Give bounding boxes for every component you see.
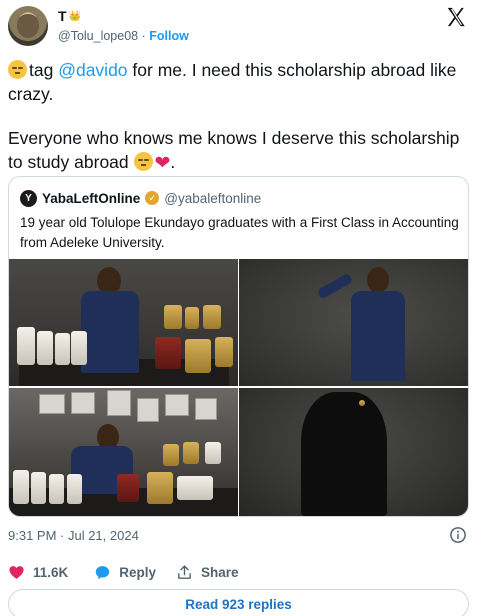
photo-1[interactable] (9, 259, 238, 386)
quoted-tweet-text: 19 year old Tolulope Ekundayo graduates … (20, 215, 459, 250)
photo-grid (9, 259, 468, 516)
relieved-face-emoji-icon (133, 152, 153, 171)
quoted-tweet[interactable]: Y YabaLeftOnline ✓ @yabaleftonline 19 ye… (8, 176, 469, 517)
photo-2[interactable] (239, 259, 468, 386)
author-avatar[interactable] (8, 6, 48, 46)
mention-link[interactable]: @davido (58, 60, 127, 80)
tweet-paragraph-2: Everyone who knows me knows I deserve th… (8, 126, 474, 176)
quoted-handle: @yabaleftonline (164, 190, 262, 206)
tweet-timestamp[interactable]: 9:31 PM · Jul 21, 2024 (8, 528, 139, 543)
quoted-display-name[interactable]: YabaLeftOnline (42, 191, 140, 206)
share-icon (178, 564, 191, 579)
read-replies-button[interactable]: Read 923 replies (8, 589, 469, 616)
red-heart-emoji-icon: ❤ (154, 153, 171, 174)
author-handle-row: @Tolu_lope08 · Follow (58, 29, 189, 43)
tweet-text-2-end: . (170, 152, 176, 172)
verified-badge-icon: ✓ (145, 191, 160, 205)
follow-button[interactable]: Follow (149, 29, 189, 43)
x-logo-icon[interactable] (445, 6, 467, 28)
photo-4[interactable] (239, 388, 468, 516)
tweet-text: tag @davido for me. I need this scholars… (8, 58, 474, 176)
info-icon[interactable] (449, 526, 467, 544)
tweet-paragraph-1: tag @davido for me. I need this scholars… (8, 58, 474, 106)
author-display-name[interactable]: T (58, 8, 67, 24)
share-label: Share (201, 564, 239, 580)
tweet-actions: 11.6K Reply Share (8, 562, 239, 582)
share-button[interactable]: Share (176, 564, 239, 581)
quoted-tweet-header: Y YabaLeftOnline ✓ @yabaleftonline (20, 189, 261, 207)
relieved-face-emoji-icon (8, 60, 27, 79)
like-button[interactable]: 11.6K (8, 564, 68, 581)
reply-button[interactable]: Reply (94, 564, 156, 581)
author-handle[interactable]: @Tolu_lope08 (58, 29, 138, 43)
crown-icon: 👑 (68, 10, 82, 22)
tweet-header: T 👑 @Tolu_lope08 · Follow (8, 4, 471, 48)
author-name-row[interactable]: T 👑 (58, 8, 81, 24)
reply-bubble-icon (96, 565, 110, 579)
like-count: 11.6K (33, 564, 69, 580)
reply-label: Reply (119, 564, 157, 580)
heart-icon (9, 565, 24, 579)
tweet-text-2: Everyone who knows me knows I deserve th… (8, 128, 460, 172)
tweet-text-1-pre: tag (29, 60, 59, 80)
quoted-avatar[interactable]: Y (20, 189, 37, 207)
photo-3[interactable] (9, 388, 238, 516)
separator-dot: · (141, 29, 146, 43)
